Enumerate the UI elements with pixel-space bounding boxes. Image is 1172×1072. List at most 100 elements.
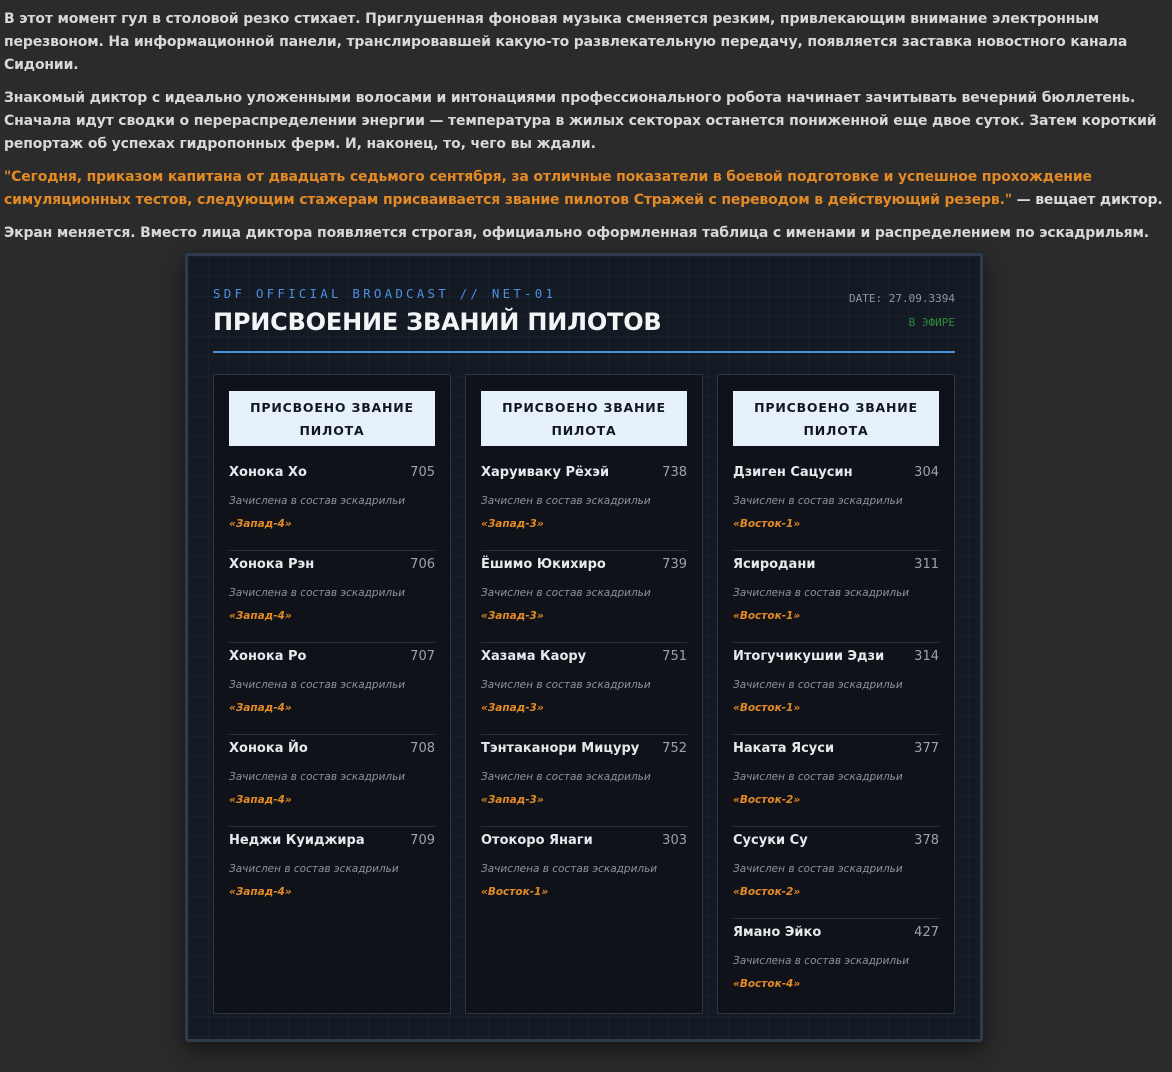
broadcast-date: DATE: 27.09.3394	[849, 292, 955, 305]
pilot-name: Хонока Ро	[229, 649, 307, 664]
pilot-status: Зачислен в состав эскадрильи	[229, 863, 399, 875]
pilot-status: Зачислена в состав эскадрильи	[481, 863, 658, 875]
pilot-squadron: «Восток-2»	[733, 794, 801, 806]
pilot-status: Зачислена в состав эскадрильи	[229, 771, 406, 783]
pilot-squadron: «Запад-4»	[229, 518, 292, 530]
broadcast-kicker: SDF OFFICIAL BROADCAST // NET-01	[213, 286, 557, 301]
pilot-status: Зачислен в состав эскадрильи	[733, 771, 903, 783]
pilot-status: Зачислена в состав эскадрильи	[229, 495, 406, 507]
pilot-number: 709	[410, 833, 435, 848]
pilot-entry: Хонока Хо 705 Зачислена в состав эскадри…	[229, 459, 435, 551]
pilot-squadron: «Запад-4»	[229, 610, 292, 622]
pilot-name: Хонока Йо	[229, 741, 308, 756]
pilot-entry: Ясиродани 311 Зачислена в состав эскадри…	[733, 551, 939, 643]
story-paragraph-2: Знакомый диктор с идеально уложенными во…	[4, 90, 1157, 152]
pilot-number: 708	[410, 741, 435, 756]
pilot-entry: Хонока Ро 707 Зачислена в состав эскадри…	[229, 643, 435, 735]
pilot-number: 752	[662, 741, 687, 756]
pilot-status: Зачислен в состав эскадрильи	[733, 679, 903, 691]
pilot-entry: Дзиген Сацусин 304 Зачислен в состав эск…	[733, 459, 939, 551]
pilot-squadron: «Восток-1»	[733, 518, 801, 530]
broadcast-header: SDF OFFICIAL BROADCAST // NET-01 ПРИСВОЕ…	[213, 284, 955, 353]
pilot-entry: Хазама Каору 751 Зачислен в состав эскад…	[481, 643, 687, 735]
pilot-squadron: «Запад-4»	[229, 702, 292, 714]
pilot-entry: Ямано Эйко 427 Зачислена в состав эскадр…	[733, 919, 939, 1010]
pilot-number: 705	[410, 465, 435, 480]
pilot-number: 751	[662, 649, 687, 664]
pilot-number: 738	[662, 465, 687, 480]
pilot-status: Зачислен в состав эскадрильи	[481, 495, 651, 507]
pilot-entry: Отокоро Янаги 303 Зачислена в состав эск…	[481, 827, 687, 918]
pilot-number: 739	[662, 557, 687, 572]
pilot-entry: Хонока Йо 708 Зачислена в состав эскадри…	[229, 735, 435, 827]
pilot-status: Зачислен в состав эскадрильи	[481, 587, 651, 599]
pilot-number: 303	[662, 833, 687, 848]
story-paragraph-1: В этот момент гул в столовой резко стиха…	[4, 11, 1128, 73]
pilot-list: Хонока Хо 705 Зачислена в состав эскадри…	[229, 459, 435, 918]
broadcast-live-indicator: В ЭФИРЕ	[908, 316, 955, 329]
story-text: В этот момент гул в столовой резко стиха…	[4, 8, 1164, 255]
broadcast-title: ПРИСВОЕНИЕ ЗВАНИЙ ПИЛОТОВ	[213, 308, 662, 336]
pilot-status: Зачислен в состав эскадрильи	[481, 771, 651, 783]
pilot-number: 427	[914, 925, 939, 940]
pilot-name: Неджи Куиджира	[229, 833, 365, 848]
pilot-squadron: «Запад-3»	[481, 610, 544, 622]
pilot-name: Итогучикушии Эдзи	[733, 649, 885, 664]
pilot-entry: Ёшимо Юкихиро 739 Зачислен в состав эска…	[481, 551, 687, 643]
pilot-number: 706	[410, 557, 435, 572]
story-paragraph-4: Экран меняется. Вместо лица диктора появ…	[4, 225, 1149, 241]
pilot-status: Зачислена в состав эскадрильи	[733, 587, 910, 599]
pilot-name: Ёшимо Юкихиро	[481, 557, 606, 572]
pilot-name: Сусуки Су	[733, 833, 808, 848]
pilot-name: Дзиген Сацусин	[733, 465, 853, 480]
story-paragraph-3: "Сегодня, приказом капитана от двадцать …	[4, 166, 1164, 212]
pilot-name: Хонока Хо	[229, 465, 307, 480]
pilot-squadron: «Запад-4»	[229, 794, 292, 806]
pilot-entry: Сусуки Су 378 Зачислен в состав эскадрил…	[733, 827, 939, 919]
pilot-entry: Неджи Куиджира 709 Зачислен в состав эск…	[229, 827, 435, 918]
pilot-squadron: «Запад-3»	[481, 702, 544, 714]
assignment-column-1: ПРИСВОЕНО ЗВАНИЕ ПИЛОТА Хонока Хо 705 За…	[213, 374, 451, 1014]
broadcast-panel: SDF OFFICIAL BROADCAST // NET-01 ПРИСВОЕ…	[185, 253, 983, 1042]
pilot-squadron: «Восток-4»	[733, 978, 801, 990]
pilot-number: 377	[914, 741, 939, 756]
pilot-status: Зачислена в состав эскадрильи	[229, 679, 406, 691]
assignment-column-3: ПРИСВОЕНО ЗВАНИЕ ПИЛОТА Дзиген Сацусин 3…	[717, 374, 955, 1014]
pilot-status: Зачислен в состав эскадрильи	[481, 679, 651, 691]
pilot-status: Зачислен в состав эскадрильи	[733, 863, 903, 875]
assignment-column-2: ПРИСВОЕНО ЗВАНИЕ ПИЛОТА Харуиваку Рёхэй …	[465, 374, 703, 1014]
column-badge: ПРИСВОЕНО ЗВАНИЕ ПИЛОТА	[733, 391, 939, 446]
pilot-entry: Тэнтаканори Мицуру 752 Зачислен в состав…	[481, 735, 687, 827]
announcer-quote: "Сегодня, приказом капитана от двадцать …	[4, 169, 1092, 208]
pilot-name: Хазама Каору	[481, 649, 587, 664]
pilot-number: 304	[914, 465, 939, 480]
pilot-squadron: «Восток-1»	[733, 702, 801, 714]
pilot-entry: Харуиваку Рёхэй 738 Зачислен в состав эс…	[481, 459, 687, 551]
pilot-name: Ясиродани	[733, 557, 816, 572]
pilot-status: Зачислена в состав эскадрильи	[229, 587, 406, 599]
pilot-status: Зачислена в состав эскадрильи	[733, 955, 910, 967]
announcer-attribution: — вещает диктор.	[1011, 192, 1163, 208]
pilot-list: Харуиваку Рёхэй 738 Зачислен в состав эс…	[481, 459, 687, 918]
pilot-squadron: «Восток-1»	[481, 886, 549, 898]
pilot-entry: Наката Ясуси 377 Зачислен в состав эскад…	[733, 735, 939, 827]
pilot-squadron: «Запад-3»	[481, 518, 544, 530]
pilot-name: Ямано Эйко	[733, 925, 822, 940]
pilot-name: Харуиваку Рёхэй	[481, 465, 610, 480]
column-badge: ПРИСВОЕНО ЗВАНИЕ ПИЛОТА	[481, 391, 687, 446]
pilot-squadron: «Запад-4»	[229, 886, 292, 898]
pilot-squadron: «Восток-1»	[733, 610, 801, 622]
pilot-number: 314	[914, 649, 939, 664]
pilot-number: 311	[914, 557, 939, 572]
pilot-number: 378	[914, 833, 939, 848]
pilot-squadron: «Запад-3»	[481, 794, 544, 806]
column-badge: ПРИСВОЕНО ЗВАНИЕ ПИЛОТА	[229, 391, 435, 446]
pilot-name: Хонока Рэн	[229, 557, 315, 572]
pilot-entry: Хонока Рэн 706 Зачислена в состав эскадр…	[229, 551, 435, 643]
pilot-list: Дзиген Сацусин 304 Зачислен в состав эск…	[733, 459, 939, 1010]
pilot-name: Отокоро Янаги	[481, 833, 593, 848]
pilot-number: 707	[410, 649, 435, 664]
pilot-status: Зачислен в состав эскадрильи	[733, 495, 903, 507]
pilot-entry: Итогучикушии Эдзи 314 Зачислен в состав …	[733, 643, 939, 735]
pilot-squadron: «Восток-2»	[733, 886, 801, 898]
